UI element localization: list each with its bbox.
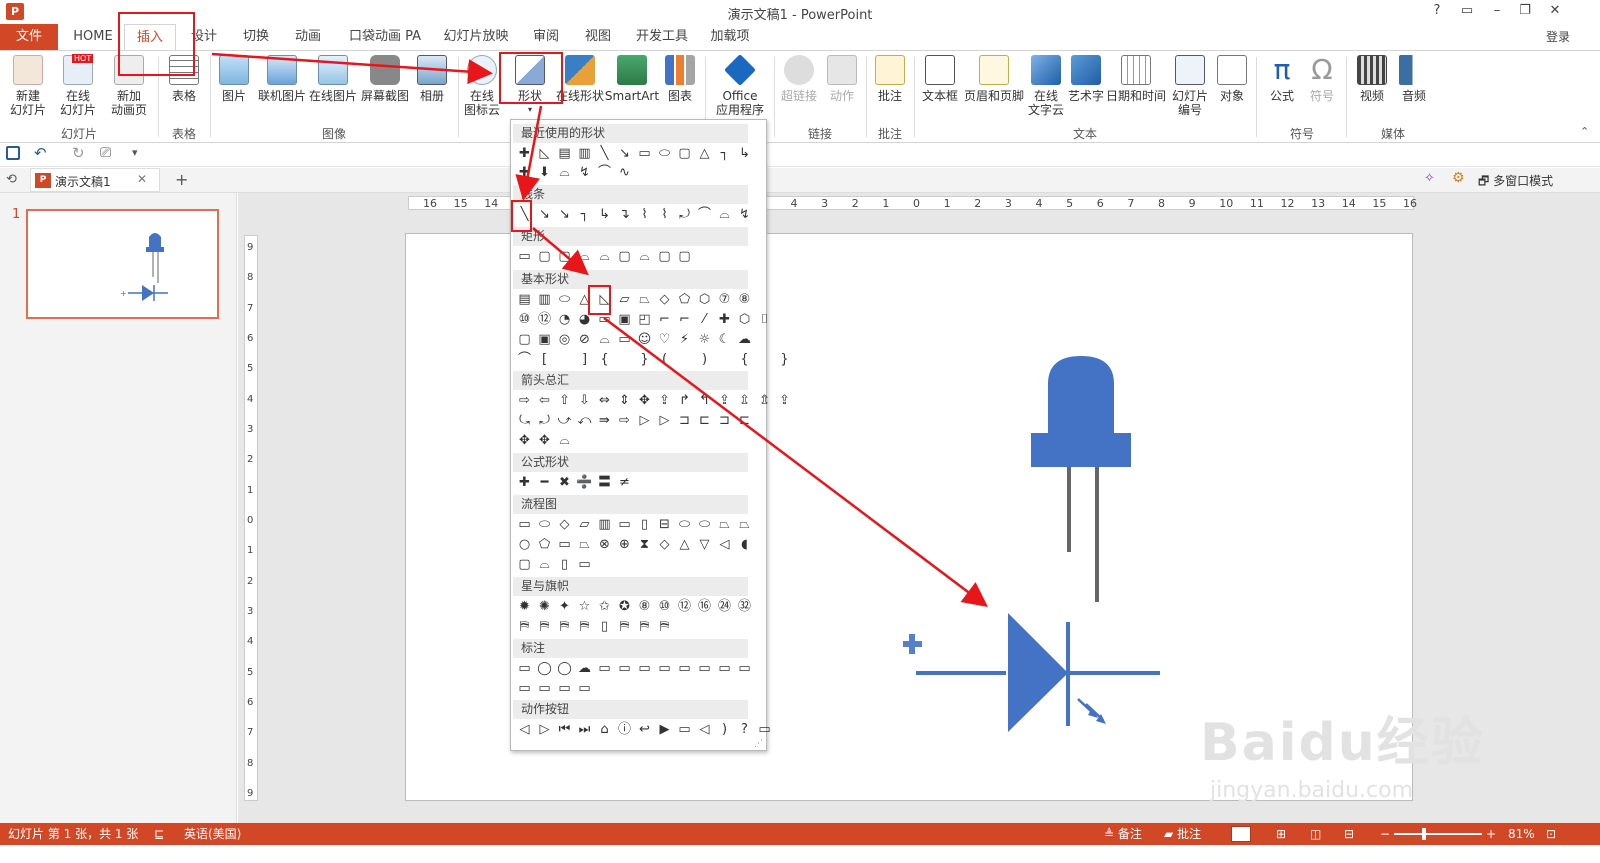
zoom-out-icon[interactable]: − bbox=[1380, 823, 1390, 845]
comments-icon: ▰ bbox=[1164, 827, 1174, 841]
zoom-level[interactable]: 81% bbox=[1508, 823, 1535, 845]
comments-button[interactable]: ▰ 批注 bbox=[1164, 823, 1201, 845]
slide-count: 幻灯片 第 1 张，共 1 张 bbox=[8, 827, 139, 841]
zoom-slider[interactable] bbox=[1394, 833, 1482, 835]
zoom-in-icon[interactable]: + bbox=[1486, 823, 1496, 845]
zoom-slider-thumb[interactable] bbox=[1422, 828, 1426, 840]
fit-to-window-icon[interactable]: ⊡ bbox=[1546, 823, 1556, 845]
notes-icon: ≜ bbox=[1104, 827, 1115, 841]
bottom-strip bbox=[0, 845, 1600, 863]
language-status[interactable]: 英语(美国) bbox=[184, 823, 241, 845]
slideshow-view-icon[interactable]: ⊟ bbox=[1344, 823, 1354, 845]
annotation-arrows bbox=[211, 52, 988, 608]
status-bar: 幻灯片 第 1 张，共 1 张 ⊑ 英语(美国) ≜ 备注 ▰ 批注 ⊞ ◫ ⊟… bbox=[0, 823, 1600, 845]
notes-button[interactable]: ≜ 备注 bbox=[1104, 823, 1142, 845]
normal-view-icon[interactable] bbox=[1231, 826, 1251, 842]
slide-sorter-icon[interactable]: ⊞ bbox=[1276, 823, 1286, 845]
spell-check-icon[interactable]: ⊑ bbox=[154, 823, 164, 845]
reading-view-icon[interactable]: ◫ bbox=[1310, 823, 1321, 845]
